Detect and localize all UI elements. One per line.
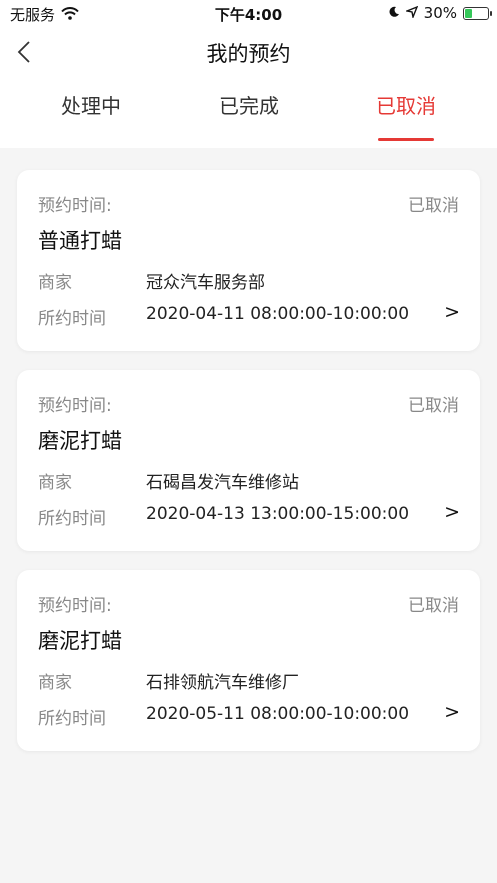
appointment-time: 2020-05-11 08:00:00-10:00:00 xyxy=(146,704,410,724)
battery-percent: 30% xyxy=(423,4,457,22)
tab-cancelled[interactable]: 已取消 xyxy=(346,90,466,119)
tab-processing[interactable]: 处理中 xyxy=(31,90,151,119)
appointment-time-label: 所约时间 xyxy=(38,309,106,329)
appointment-list: 预约时间: 已取消 普通打蜡 商家 冠众汽车服务部 所约时间 2020-04-1… xyxy=(17,170,480,770)
merchant-name: 冠众汽车服务部 xyxy=(146,273,265,293)
appointment-card[interactable]: 预约时间: 已取消 磨泥打蜡 商家 石碣昌发汽车维修站 所约时间 2020-04… xyxy=(17,370,480,551)
page-title: 我的预约 xyxy=(206,42,291,66)
appointment-time-label: 所约时间 xyxy=(38,509,106,529)
appointment-card[interactable]: 预约时间: 已取消 磨泥打蜡 商家 石排领航汽车维修厂 所约时间 2020-05… xyxy=(17,570,480,751)
status-badge: 已取消 xyxy=(408,196,459,216)
booking-time-label: 预约时间: xyxy=(38,596,112,616)
battery-icon xyxy=(463,6,492,20)
active-tab-indicator xyxy=(378,138,434,141)
status-badge: 已取消 xyxy=(408,596,459,616)
merchant-label: 商家 xyxy=(38,473,72,493)
service-name: 普通打蜡 xyxy=(38,229,122,253)
appointment-time: 2020-04-11 08:00:00-10:00:00 xyxy=(146,304,410,324)
merchant-name: 石排领航汽车维修厂 xyxy=(146,673,299,693)
tab-bar: 处理中 已完成 已取消 xyxy=(0,76,497,148)
status-right: 30% xyxy=(388,4,492,22)
tab-completed[interactable]: 已完成 xyxy=(189,90,309,119)
moon-icon xyxy=(388,4,400,22)
booking-time-label: 预约时间: xyxy=(38,396,112,416)
navigation-bar: 我的预约 xyxy=(0,28,497,76)
chevron-right-icon[interactable]: > xyxy=(444,701,460,723)
appointment-time-label: 所约时间 xyxy=(38,709,106,729)
service-name: 磨泥打蜡 xyxy=(38,629,122,653)
booking-time-label: 预约时间: xyxy=(38,196,112,216)
chevron-right-icon[interactable]: > xyxy=(444,501,460,523)
merchant-label: 商家 xyxy=(38,673,72,693)
status-bar: 无服务 下午4:00 30% xyxy=(0,0,497,28)
location-arrow-icon xyxy=(404,4,418,22)
service-name: 磨泥打蜡 xyxy=(38,429,122,453)
merchant-name: 石碣昌发汽车维修站 xyxy=(146,473,299,493)
merchant-label: 商家 xyxy=(38,273,72,293)
appointment-card[interactable]: 预约时间: 已取消 普通打蜡 商家 冠众汽车服务部 所约时间 2020-04-1… xyxy=(17,170,480,351)
chevron-right-icon[interactable]: > xyxy=(444,301,460,323)
appointment-time: 2020-04-13 13:00:00-15:00:00 xyxy=(146,504,410,524)
status-badge: 已取消 xyxy=(408,396,459,416)
